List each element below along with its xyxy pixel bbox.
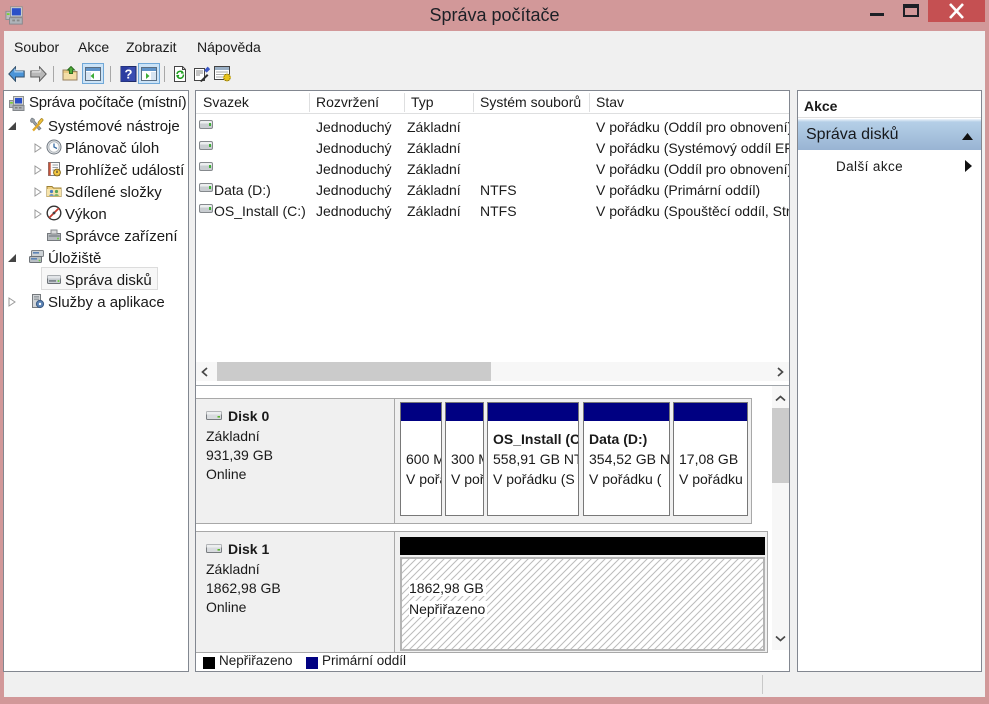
svg-text:?: ? xyxy=(125,67,133,82)
